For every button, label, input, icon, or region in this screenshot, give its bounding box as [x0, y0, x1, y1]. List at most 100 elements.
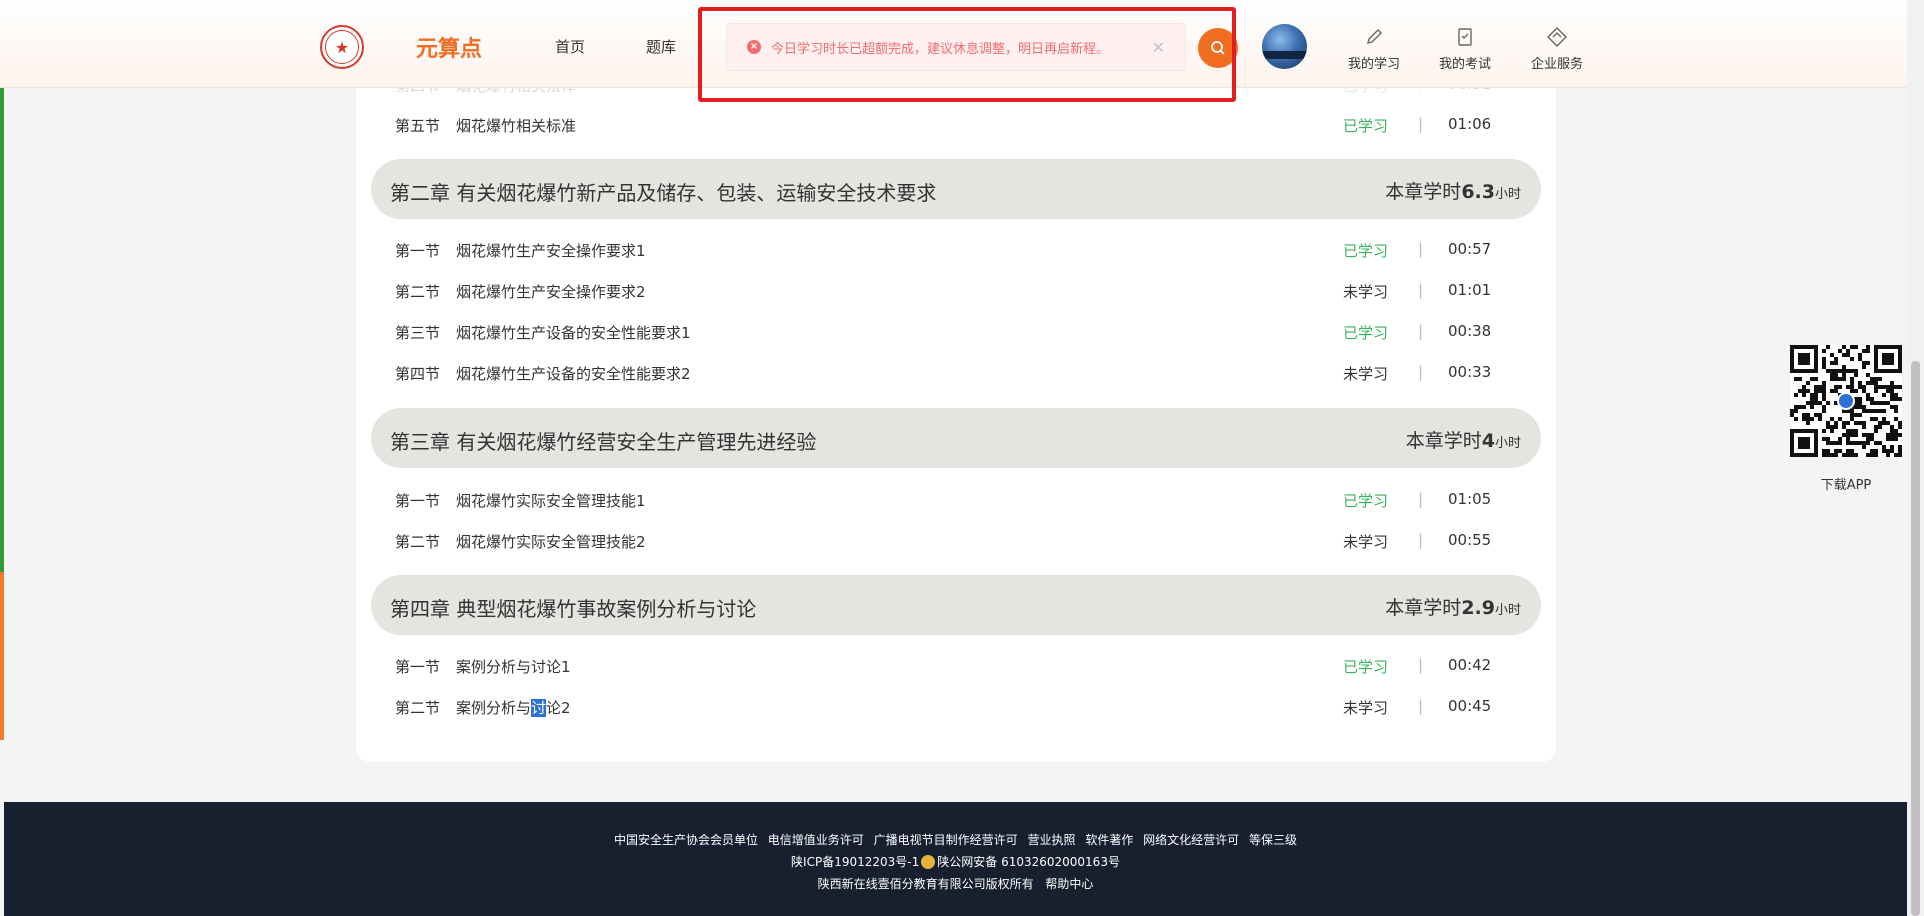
separator: |: [1418, 363, 1424, 381]
chapter-hours: 本章学时4小时: [1405, 430, 1521, 452]
section-duration: 00:57: [1448, 240, 1492, 258]
download-app-label[interactable]: 下载APP: [1790, 474, 1902, 493]
section-number: 第二节: [395, 283, 441, 301]
section-row[interactable]: 第四节 烟花爆竹生产设备的安全性能要求2 未学习 | 00:33: [395, 363, 1495, 387]
section-duration: 01:06: [1448, 115, 1492, 133]
chapter-header[interactable]: 第三章 有关烟花爆竹经营安全生产管理先进经验 本章学时4小时: [371, 408, 1541, 468]
help-center-link[interactable]: 帮助中心: [1045, 877, 1093, 891]
chapter-title: 第三章 有关烟花爆竹经营安全生产管理先进经验: [390, 430, 817, 454]
section-duration: 00:45: [1448, 697, 1492, 715]
separator: |: [1418, 490, 1424, 508]
footer-copyright: 陕西新在线壹佰分教育有限公司版权所有 帮助中心: [4, 875, 1907, 892]
nav-home[interactable]: 首页: [555, 36, 585, 57]
section-title: 烟花爆竹生产设备的安全性能要求1: [456, 324, 691, 342]
section-duration: 00:33: [1448, 363, 1492, 381]
police-badge-icon: [921, 855, 936, 869]
section-duration: 01:01: [1448, 281, 1492, 299]
brand-name[interactable]: 元算点: [416, 31, 482, 63]
footer-link[interactable]: 中国安全生产协会会员单位: [614, 833, 758, 847]
section-status: 已学习: [1343, 242, 1389, 260]
my-exam-link[interactable]: 我的考试: [1430, 26, 1500, 72]
chapter-hours: 本章学时6.3小时: [1385, 181, 1521, 203]
section-status: 未学习: [1343, 699, 1389, 717]
separator: |: [1418, 240, 1424, 258]
section-title: 烟花爆竹相关标准: [456, 117, 577, 135]
chapter-header[interactable]: 第二章 有关烟花爆竹新产品及储存、包装、运输安全技术要求 本章学时6.3小时: [371, 159, 1541, 219]
footer-link[interactable]: 广播电视节目制作经营许可: [874, 833, 1018, 847]
section-title: 烟花爆竹生产安全操作要求2: [456, 283, 646, 301]
footer-registration: 陕ICP备19012203号-1 陕公网安备 61032602000163号: [4, 853, 1907, 870]
footer-link[interactable]: 电信增值业务许可: [768, 833, 864, 847]
footer-link[interactable]: 网络文化经营许可: [1143, 833, 1239, 847]
section-number: 第二节: [395, 699, 441, 717]
footer-link[interactable]: 营业执照: [1027, 833, 1075, 847]
vertical-scrollbar[interactable]: [1907, 0, 1924, 916]
course-card: [356, 40, 1556, 762]
section-status: 未学习: [1343, 365, 1389, 383]
section-row[interactable]: 第一节 烟花爆竹生产安全操作要求1 已学习 | 00:57: [395, 240, 1495, 264]
section-title: 烟花爆竹实际安全管理技能1: [456, 492, 646, 510]
left-edge-strip: [0, 0, 4, 916]
police-record[interactable]: 陕公网安备 61032602000163号: [937, 855, 1120, 869]
selected-text: 讨: [531, 699, 547, 717]
exam-paper-icon: [1458, 28, 1472, 46]
chapter-title: 第四章 典型烟花爆竹事故案例分析与讨论: [390, 597, 757, 621]
section-number: 第四节: [395, 365, 441, 383]
section-number: 第五节: [395, 117, 441, 135]
section-status: 未学习: [1343, 283, 1389, 301]
separator: |: [1418, 115, 1424, 133]
section-title: 烟花爆竹实际安全管理技能2: [456, 533, 646, 551]
chapter-title: 第二章 有关烟花爆竹新产品及储存、包装、运输安全技术要求: [390, 181, 937, 205]
separator: |: [1418, 656, 1424, 674]
qr-code-icon: [1790, 345, 1902, 457]
section-title: 烟花爆竹生产安全操作要求1: [456, 242, 646, 260]
section-row[interactable]: 第二节 烟花爆竹实际安全管理技能2 未学习 | 00:55: [395, 531, 1495, 555]
section-title: 案例分析与讨论1: [456, 658, 571, 676]
icp-number[interactable]: 陕ICP备19012203号-1: [791, 855, 919, 869]
section-duration: 00:38: [1448, 322, 1492, 340]
footer-link[interactable]: 软件著作: [1085, 833, 1133, 847]
section-number: 第一节: [395, 492, 441, 510]
section-duration: 00:55: [1448, 531, 1492, 549]
footer-licenses: 中国安全生产协会会员单位 电信增值业务许可 广播电视节目制作经营许可 营业执照 …: [4, 831, 1907, 848]
section-status: 已学习: [1343, 658, 1389, 676]
separator: |: [1418, 697, 1424, 715]
section-status: 未学习: [1343, 533, 1389, 551]
section-title: 案例分析与讨论2: [456, 699, 571, 717]
footer-link[interactable]: 等保三级: [1249, 833, 1297, 847]
page-footer: 中国安全生产协会会员单位 电信增值业务许可 广播电视节目制作经营许可 营业执照 …: [4, 802, 1907, 916]
separator: |: [1418, 322, 1424, 340]
section-row[interactable]: 第三节 烟花爆竹生产设备的安全性能要求1 已学习 | 00:38: [395, 322, 1495, 346]
copyright-text: 陕西新在线壹佰分教育有限公司版权所有: [817, 877, 1034, 891]
nav-question-bank[interactable]: 题库: [646, 36, 676, 57]
section-row[interactable]: 第二节 案例分析与讨论2 未学习 | 00:45: [395, 697, 1495, 721]
enterprise-service-label: 企业服务: [1530, 57, 1583, 72]
section-number: 第一节: [395, 242, 441, 260]
section-number: 第三节: [395, 324, 441, 342]
section-row[interactable]: 第二节 烟花爆竹生产安全操作要求2 未学习 | 01:01: [395, 281, 1495, 305]
section-number: 第二节: [395, 533, 441, 551]
app-qr-code: [1790, 345, 1902, 457]
my-study-label: 我的学习: [1347, 57, 1400, 72]
section-row[interactable]: 第一节 烟花爆竹实际安全管理技能1 已学习 | 01:05: [395, 490, 1495, 514]
section-row[interactable]: 第五节 烟花爆竹相关标准 已学习 | 01:06: [395, 115, 1495, 139]
enterprise-icon: [1547, 27, 1567, 47]
avatar[interactable]: [1262, 24, 1307, 69]
logo-seal-icon[interactable]: ★: [320, 25, 364, 69]
highlight-box: [698, 7, 1236, 102]
section-status: 已学习: [1343, 492, 1389, 510]
separator: |: [1418, 531, 1424, 549]
section-duration: 00:42: [1448, 656, 1492, 674]
scrollbar-thumb[interactable]: [1911, 361, 1920, 916]
section-status: 已学习: [1343, 324, 1389, 342]
chapter-hours: 本章学时2.9小时: [1385, 597, 1521, 619]
chapter-header[interactable]: 第四章 典型烟花爆竹事故案例分析与讨论 本章学时2.9小时: [371, 575, 1541, 635]
my-study-link[interactable]: 我的学习: [1339, 26, 1409, 72]
section-duration: 01:05: [1448, 490, 1492, 508]
section-title: 烟花爆竹生产设备的安全性能要求2: [456, 365, 691, 383]
enterprise-service-link[interactable]: 企业服务: [1522, 26, 1592, 72]
section-number: 第一节: [395, 658, 441, 676]
section-status: 已学习: [1343, 117, 1389, 135]
pencil-icon: [1367, 29, 1382, 44]
section-row[interactable]: 第一节 案例分析与讨论1 已学习 | 00:42: [395, 656, 1495, 680]
